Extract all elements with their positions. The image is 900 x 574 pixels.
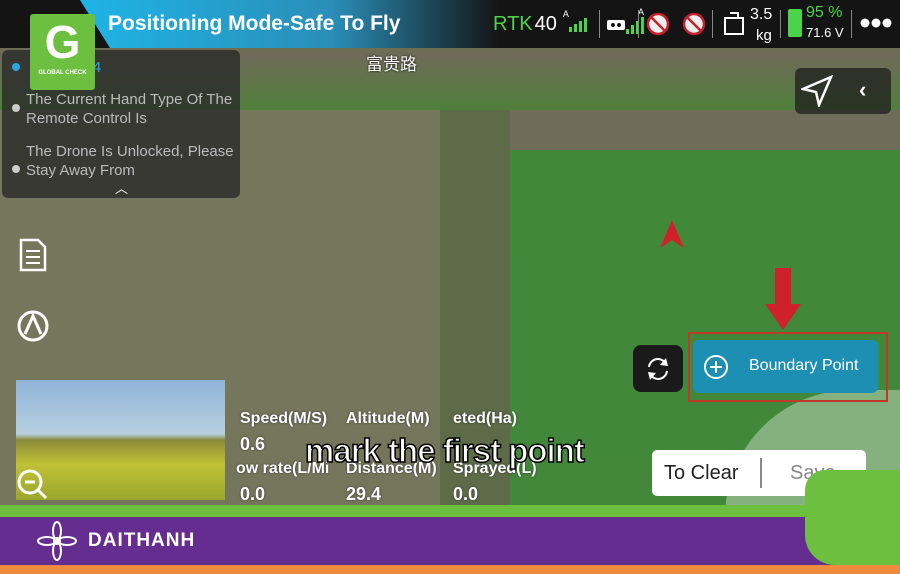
brand-name: DAITHANH: [88, 530, 196, 551]
global-check-logo: G GLOBAL CHECK: [30, 14, 95, 90]
footer-green-stripe: [0, 505, 900, 517]
notification-item: ...74: [72, 58, 232, 77]
speed-label: Speed(M/S): [240, 410, 328, 427]
gps-signal-icon: A: [562, 9, 569, 19]
footer-orange-stripe: [0, 565, 900, 574]
rtk-label: RTK: [493, 12, 533, 35]
obstacle-avoidance-disabled-icon[interactable]: [682, 12, 706, 36]
locate-arrow-icon[interactable]: [801, 75, 833, 107]
street-label: 富贵路: [366, 55, 417, 74]
collapse-left-chevron-icon[interactable]: ‹: [859, 77, 866, 103]
divider: [599, 10, 600, 38]
rotate-button[interactable]: [633, 345, 683, 392]
divider: [638, 10, 639, 38]
remote-signal[interactable]: A: [606, 0, 650, 48]
distance-value: 29.4: [346, 484, 382, 504]
zoom-out-icon[interactable]: [14, 466, 50, 502]
video-subtitle: mark the first point: [304, 431, 585, 470]
battery-voltage: 71.6 V: [806, 25, 844, 40]
pointer-arrow-icon: [765, 268, 801, 330]
more-menu-icon[interactable]: [860, 16, 892, 30]
divider: [712, 10, 713, 38]
bullet: [12, 104, 20, 112]
radar-disabled-icon[interactable]: [646, 12, 670, 36]
divider: [760, 458, 762, 488]
battery-icon: [788, 9, 802, 37]
altitude-label: Altitude(M): [346, 410, 430, 427]
divider: [780, 10, 781, 38]
daithanh-flower-logo: [37, 521, 77, 561]
notification-item: The Drone Is Unlocked, Please Stay Away …: [26, 143, 234, 179]
flight-mode-title: Positioning Mode-Safe To Fly: [108, 12, 401, 35]
collapse-chevron-icon[interactable]: ︿: [115, 178, 128, 197]
rtk-count: 40: [534, 12, 557, 35]
signal-bars-icon: [568, 18, 587, 32]
battery-percent: 95 %: [806, 4, 843, 21]
completed-area-label: eted(Ha): [453, 410, 518, 427]
payload-unit: kg: [756, 27, 772, 44]
flow-rate-value: 0.0: [240, 484, 266, 504]
divider: [851, 10, 852, 38]
sprayed-value: 0.0: [453, 484, 479, 504]
highlight-box: [688, 332, 888, 402]
notification-item: The Current Hand Type Of The Remote Cont…: [26, 91, 233, 127]
corner-decoration: [805, 470, 900, 565]
drone-mode-icon[interactable]: [15, 308, 51, 342]
remote-controller-icon: [607, 20, 625, 30]
bullet: [12, 63, 20, 71]
document-icon[interactable]: [18, 238, 48, 272]
rtk-status[interactable]: RTK 40 A: [493, 0, 589, 48]
tank-icon: [724, 12, 744, 35]
map-nav-panel: ‹: [795, 68, 891, 114]
payload-value: 3.5: [750, 6, 773, 23]
clear-button[interactable]: To Clear: [664, 462, 738, 485]
speed-value: 0.6: [240, 434, 266, 454]
drone-heading-icon: [660, 220, 684, 248]
refresh-icon: [648, 358, 668, 380]
bullet: [12, 165, 20, 173]
